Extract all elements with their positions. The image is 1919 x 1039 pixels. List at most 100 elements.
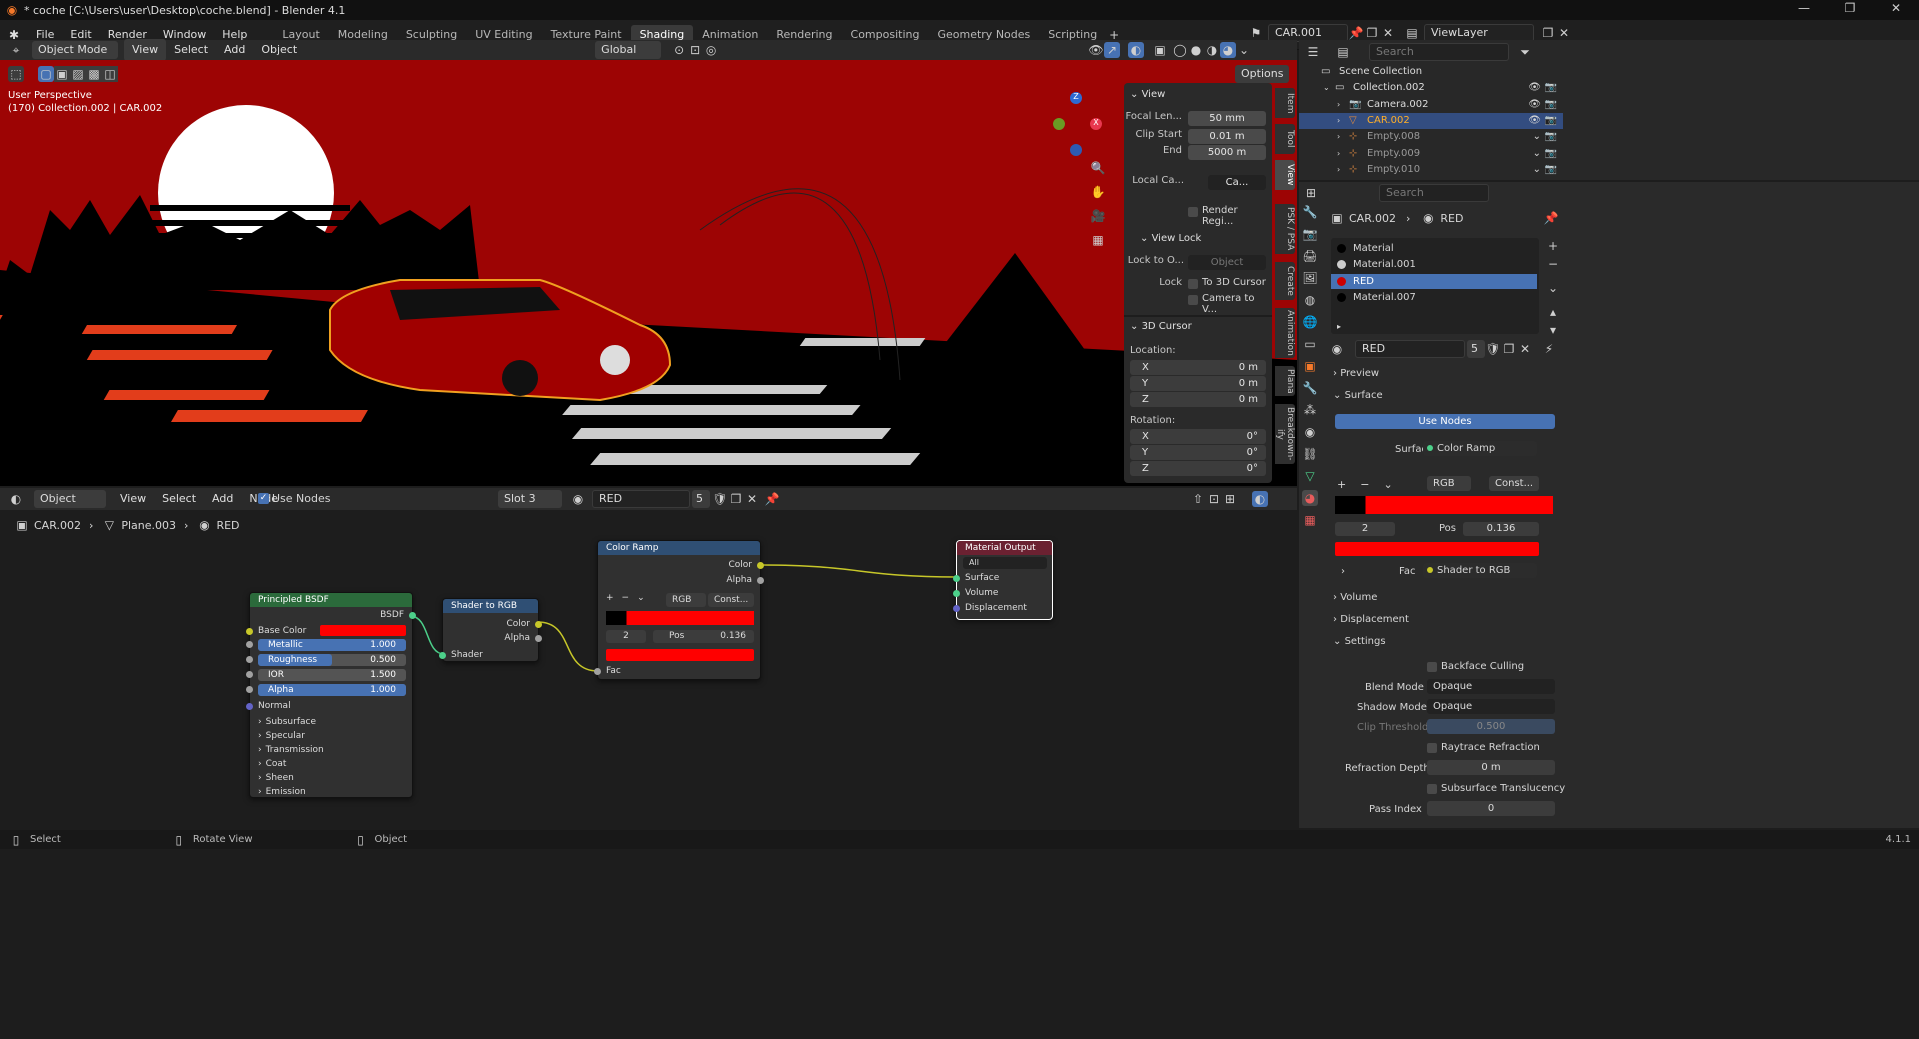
scene-icon[interactable]: ⚑ [1248,25,1264,41]
sidebar-tab-animation[interactable]: Animation [1275,308,1295,358]
select-intersect-icon[interactable]: ◫ [102,66,118,82]
outliner-search[interactable]: Search [1369,43,1509,61]
visibility-icon[interactable]: 👁 [1088,42,1104,58]
display-mode-icon[interactable]: ▤ [1335,44,1351,60]
orientation-dropdown[interactable]: Global [595,41,662,59]
zoom-icon[interactable]: 🔍 [1090,160,1106,176]
outliner-item[interactable]: › ▽ CAR.002 👁 📷 [1299,112,1563,129]
node-canvas[interactable]: Principled BSDF BSDF Base Color Metallic… [0,538,1297,828]
add-stop-icon[interactable]: + [606,593,614,603]
blend-mode-dropdown[interactable]: Opaque [1427,679,1555,694]
material-browse-icon[interactable]: ◉ [570,491,586,507]
preview-panel-header[interactable]: › Preview [1333,368,1379,379]
props-material-users[interactable]: 5 [1467,340,1485,358]
remove-slot-icon[interactable]: − [1545,256,1561,272]
shader-type-dropdown[interactable]: Object [34,490,106,508]
subsurface-translucency-checkbox[interactable] [1427,784,1437,794]
props-node-link-icon[interactable]: ⚡ [1541,341,1557,357]
material-slot-item[interactable]: RED [1331,273,1537,289]
volume-panel-header[interactable]: › Volume [1333,592,1377,603]
outliner-item[interactable]: › 📷 Camera.002 👁 📷 [1299,97,1563,113]
cursor-rot-x[interactable]: 0° [1247,429,1258,444]
visibility-eye-icon[interactable]: ⌄ [1533,146,1541,162]
visibility-eye-icon[interactable]: 👁 [1528,113,1541,129]
scene-tab-icon[interactable]: ◍ [1302,292,1318,308]
collection-tab-icon[interactable]: ▭ [1302,336,1318,352]
props-fac-field[interactable]: Shader to RGB [1423,563,1537,578]
material-output-node[interactable]: Material Output All Surface Volume Displ… [953,540,1053,620]
overlay-node-icon[interactable]: ◐ [1252,491,1268,507]
sidebar-tab-plana[interactable]: Plana [1275,366,1295,396]
cursor-rot-y[interactable]: 0° [1247,445,1258,460]
props-duplicate-icon[interactable]: ❐ [1501,341,1517,357]
move-down-icon[interactable]: ▾ [1545,322,1561,338]
alpha-slider[interactable]: Alpha 1.000 [258,684,406,696]
node-menu-view[interactable]: View [112,488,154,510]
metallic-slider[interactable]: Metallic 1.000 [258,639,406,651]
ior-field[interactable]: IOR 1.500 [258,669,406,681]
ramp-fac-socket[interactable] [594,668,601,675]
properties-type-icon[interactable]: ⊞ [1303,185,1319,201]
expand-arrow-icon[interactable]: › [1337,113,1340,129]
render-camera-icon[interactable]: 📷 [1545,162,1557,178]
clip-start-field[interactable]: 0.01 m [1188,129,1266,144]
render-camera-icon[interactable]: 📷 [1545,146,1557,162]
color-ramp-title[interactable]: Color Ramp [598,541,760,555]
viewport-menu-add[interactable]: Add [216,39,253,61]
bsdf-panel-specular[interactable]: › Specular [258,729,324,743]
output-volume-socket[interactable] [953,590,960,597]
breadcrumb-object[interactable]: CAR.002 [34,519,81,532]
editor-type-icon[interactable]: ⌖ [8,42,24,58]
ramp-menu-icon[interactable]: ⌄ [637,593,645,603]
props-add-stop-icon[interactable]: + [1337,478,1346,491]
wireframe-shading-icon[interactable]: ◯ [1172,42,1188,58]
shadow-mode-dropdown[interactable]: Opaque [1427,699,1555,714]
clip-end-field[interactable]: 5000 m [1188,145,1266,160]
physics-tab-icon[interactable]: ◉ [1302,424,1318,440]
restore-icon[interactable]: ❐ [1827,0,1873,16]
properties-search[interactable]: Search [1379,184,1489,202]
str-shader-socket[interactable] [439,652,446,659]
bsdf-panel-emission[interactable]: › Emission [258,785,324,799]
particles-tab-icon[interactable]: ⁂ [1302,402,1318,418]
parent-node-icon[interactable]: ⇧ [1190,491,1206,507]
move-up-icon[interactable]: ▴ [1545,304,1561,320]
select-subtract-icon[interactable]: ▨ [70,66,86,82]
select-invert-icon[interactable]: ▩ [86,66,102,82]
cursor-loc-x[interactable]: 0 m [1239,360,1258,375]
visibility-eye-icon[interactable]: 👁 [1528,80,1541,96]
props-ramp-gradient[interactable] [1335,496,1553,514]
color-ramp-node[interactable]: Color Ramp Color Alpha + − ⌄ RGB Const..… [594,540,764,680]
material-slot-item[interactable]: Material.007 [1331,290,1537,305]
lock-object-field[interactable]: Object [1188,255,1266,270]
pin-icon[interactable]: 📌 [1348,25,1364,41]
str-color-socket[interactable] [535,621,542,628]
new-view-layer-icon[interactable]: ❐ [1540,25,1556,41]
bsdf-panel-subsurface[interactable]: › Subsurface [258,715,324,729]
surface-panel-header[interactable]: ⌄ Surface [1333,390,1383,401]
bsdf-panel-coat[interactable]: › Coat [258,757,324,771]
props-ramp-interp[interactable]: Const... [1489,476,1539,491]
props-remove-stop-icon[interactable]: − [1360,478,1369,491]
gizmo-icon[interactable]: ↗ [1104,42,1120,58]
render-camera-icon[interactable]: 📷 [1545,129,1557,145]
ramp-pos-field[interactable]: Pos 0.136 [653,630,754,643]
cursor-rot-z[interactable]: 0° [1247,461,1258,476]
props-ramp-index[interactable]: 2 [1335,522,1395,536]
viewport-menu-view[interactable]: View [124,39,167,61]
xray-icon[interactable]: ▣ [1152,42,1168,58]
props-pos-field[interactable]: 0.136 [1463,522,1539,536]
filter-icon[interactable]: ⏷ [1517,44,1533,60]
modifier-tab-icon[interactable]: 🔧 [1302,380,1318,396]
pin-node-icon[interactable]: 📌 [764,491,780,507]
ramp-gradient[interactable] [606,611,754,625]
world-tab-icon[interactable]: 🌐 [1302,314,1318,330]
close-window-icon[interactable]: ✕ [1873,0,1919,16]
bsdf-panel-sheen[interactable]: › Sheen [258,771,324,785]
slot-menu-icon[interactable]: ⌄ [1545,280,1561,296]
unlink-material-icon[interactable]: ✕ [744,491,760,507]
principled-title[interactable]: Principled BSDF [250,593,412,607]
displacement-panel-header[interactable]: › Displacement [1333,614,1409,625]
raytrace-refraction-checkbox[interactable] [1427,743,1437,753]
ramp-interp-dropdown[interactable]: Const... [708,593,754,607]
